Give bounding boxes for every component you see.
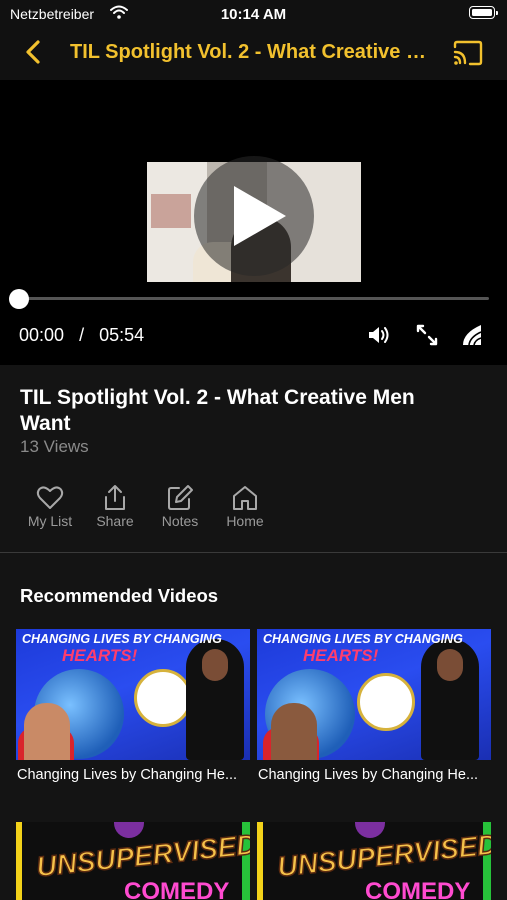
current-time: 00:00 — [19, 325, 65, 345]
view-count: 13 Views — [20, 437, 89, 456]
back-chevron-icon[interactable] — [22, 38, 44, 66]
cast-icon[interactable] — [453, 40, 483, 66]
edit-icon — [168, 485, 193, 510]
thumbnail-text: COMEDY — [124, 878, 230, 900]
share-icon — [105, 485, 125, 510]
notes-label: Notes — [161, 513, 199, 529]
my-list-label: My List — [27, 513, 73, 529]
recommended-thumbnail[interactable]: CHANGING LIVES BY CHANGING HEARTS! — [16, 629, 250, 760]
thumbnail-text: CHANGING LIVES BY CHANGING — [22, 632, 222, 646]
fullscreen-icon[interactable] — [415, 323, 439, 347]
duration: 05:54 — [99, 325, 145, 345]
video-title: TIL Spotlight Vol. 2 - What Creative Men… — [20, 386, 415, 435]
status-time: 10:14 AM — [220, 6, 287, 23]
status-bar: Netzbetreiber 10:14 AM — [0, 0, 507, 28]
action-bar: My List Share Notes Home — [0, 484, 507, 534]
heart-icon — [36, 486, 64, 509]
home-label: Home — [226, 513, 264, 529]
thumbnail-text: HEARTS! — [303, 646, 379, 665]
thumbnail-text: HEARTS! — [62, 646, 138, 665]
progress-thumb[interactable] — [9, 289, 29, 309]
play-button[interactable] — [194, 156, 314, 276]
thumbnail-text: CHANGING LIVES BY CHANGING — [263, 632, 463, 646]
nav-title: TIL Spotlight Vol. 2 - What Creative Men… — [70, 41, 435, 63]
recommended-caption[interactable]: Changing Lives by Changing He... — [258, 767, 494, 783]
progress-track[interactable] — [19, 297, 489, 300]
thumbnail-text: UNSUPERVISED — [275, 828, 491, 883]
battery-icon — [469, 6, 498, 19]
video-player[interactable]: 00:00 / 05:54 — [0, 80, 507, 365]
volume-icon[interactable] — [367, 324, 391, 346]
recommended-heading: Recommended Videos — [20, 585, 219, 606]
recommended-thumbnail[interactable]: CHANGING LIVES BY CHANGING HEARTS! — [257, 629, 491, 760]
share-button[interactable]: Share — [82, 484, 148, 529]
time-readout: 00:00 / 05:54 — [19, 325, 144, 346]
quality-icon[interactable] — [461, 323, 483, 347]
recommended-thumbnail[interactable]: UNSUPERVISED COMEDY — [16, 822, 250, 900]
thumbnail-text: COMEDY — [365, 878, 471, 900]
home-icon — [233, 486, 257, 510]
my-list-button[interactable]: My List — [17, 484, 83, 529]
nav-bar: TIL Spotlight Vol. 2 - What Creative Men… — [0, 28, 507, 80]
notes-button[interactable]: Notes — [147, 484, 213, 529]
share-label: Share — [96, 513, 134, 529]
thumbnail-text: UNSUPERVISED — [34, 828, 250, 883]
home-button[interactable]: Home — [212, 484, 278, 529]
divider — [0, 552, 507, 553]
play-icon — [234, 186, 286, 246]
recommended-caption[interactable]: Changing Lives by Changing He... — [17, 767, 253, 783]
recommended-thumbnail[interactable]: UNSUPERVISED COMEDY — [257, 822, 491, 900]
